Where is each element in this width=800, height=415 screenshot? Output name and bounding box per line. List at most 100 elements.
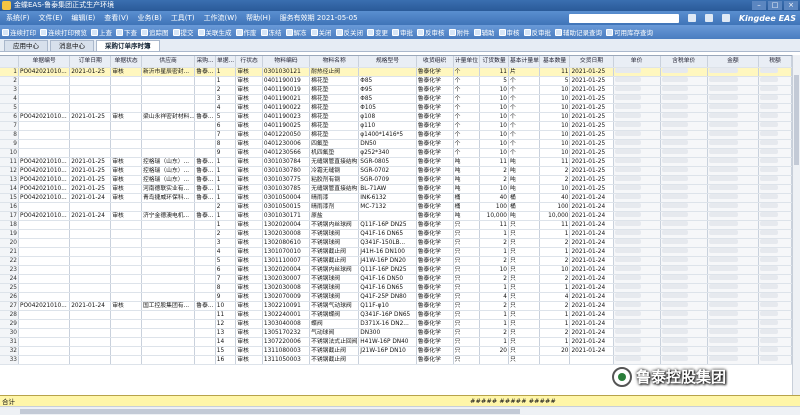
table-row[interactable]: 4 3 审核 0401190021 棉花垫 Φ85 鲁泰化学个 10 个 10 2021-01-25	[0, 94, 792, 104]
column-header-14[interactable]: 基本计量单位	[508, 56, 540, 68]
toolbar-button-6[interactable]: 关联生成	[197, 27, 232, 37]
table-row[interactable]: 28 11 审核 1302240001 不锈钢蝶阀 Q341F-16P DN65 鲁泰化学只…	[0, 310, 792, 320]
table-cell: 个	[453, 94, 481, 104]
tab-2[interactable]: 采购订单序时簿	[96, 40, 160, 51]
menu-item-4[interactable]: 业务(B)	[138, 13, 162, 23]
settings-icon[interactable]	[704, 14, 713, 22]
close-icon[interactable]: ×	[784, 1, 798, 10]
toolbar-button-20[interactable]: 可用库存查询	[606, 27, 653, 37]
toolbar-button-4[interactable]: 追踪图	[141, 27, 169, 37]
table-row[interactable]: 10 9 审核 0401230566 机四氟垫 φ252*340 鲁泰化学个 10 个 10 202…	[0, 148, 792, 158]
column-header-12[interactable]: 计量单位	[453, 56, 481, 68]
table-row[interactable]: 33 16 审核 1311050003 不锈钢截止阀 鲁泰化学只只	[0, 355, 792, 365]
horizontal-scrollbar[interactable]	[0, 406, 800, 415]
table-row[interactable]: 22 5 审核 1301110007 不锈钢截止阀 J41W-16P DN20 鲁泰化学只 2…	[0, 256, 792, 266]
tab-0[interactable]: 应用中心	[4, 40, 48, 51]
toolbar-button-13[interactable]: 审批	[392, 27, 413, 37]
table-row[interactable]: 20 3 审核 1302080610 不锈钢球阀 Q341F-150LB... 鲁泰化学只 2…	[0, 238, 792, 248]
toolbar-button-2[interactable]: 上查	[91, 27, 112, 37]
table-row[interactable]: 21 4 审核 1301070010 不锈钢截止阀 J41H-16 DN100 鲁泰化学只 1…	[0, 247, 792, 257]
vertical-scrollbar[interactable]	[792, 55, 800, 395]
table-row[interactable]: 23 6 审核 1302020004 不锈钢内丝球阀 Q11F-16P DN25 鲁泰化学只…	[0, 265, 792, 275]
table-row[interactable]: 6 PO042021010... 2021-01-25 审核 梁山永祥密封材料... 鲁泰…	[0, 112, 792, 122]
toolbar-button-11[interactable]: 反关闭	[335, 27, 363, 37]
column-header-5[interactable]: 采购...	[194, 56, 216, 68]
column-header-9[interactable]: 物料名称	[309, 56, 360, 68]
maximize-icon[interactable]: □	[768, 1, 782, 10]
column-header-0[interactable]	[0, 56, 19, 68]
home-icon[interactable]	[687, 14, 696, 22]
menu-item-6[interactable]: 工作流(W)	[204, 13, 237, 23]
column-header-1[interactable]: 单据编号	[18, 56, 71, 68]
table-cell: 2	[215, 202, 237, 212]
table-row[interactable]: 30 13 审核 1305170232 气动球阀 DN300 鲁泰化学只 2 只 2 2021-01…	[0, 328, 792, 338]
column-header-8[interactable]: 物料编码	[262, 56, 311, 68]
column-header-6[interactable]: 单据...	[215, 56, 237, 68]
table-row[interactable]: 26 9 审核 1302070009 不锈钢球阀 Q41F-25P DN80 鲁泰化学只 4 只…	[0, 292, 792, 302]
table-row[interactable]: 12 PO042021010... 2021-01-25 审核 控格瑞（山东）... 鲁泰…	[0, 166, 792, 176]
menu-item-2[interactable]: 编辑(E)	[71, 13, 95, 23]
menu-item-0[interactable]: 系统(F)	[6, 13, 30, 23]
help-icon[interactable]	[721, 14, 730, 22]
toolbar-button-18[interactable]: 反审批	[523, 27, 551, 37]
column-header-7[interactable]: 行状态	[235, 56, 263, 68]
column-header-16[interactable]: 交货日期	[569, 56, 614, 68]
table-row[interactable]: 27 PO042021010... 2021-01-24 审核 国工控股集团有... 鲁泰…	[0, 301, 792, 311]
toolbar-button-1[interactable]: 连续打印预览	[40, 27, 87, 37]
menu-item-8[interactable]: 服务有效期 2021-05-05	[280, 13, 358, 23]
table-row[interactable]: 17 PO042021010... 2021-01-24 审核 济宁金德澳电机... 鲁泰…	[0, 211, 792, 221]
tab-1[interactable]: 消息中心	[50, 40, 94, 51]
column-header-15[interactable]: 基本数量	[539, 56, 571, 68]
column-header-11[interactable]: 收货组织	[416, 56, 454, 68]
toolbar-button-10[interactable]: 关闭	[310, 27, 332, 37]
toolbar-button-15[interactable]: 附件	[448, 27, 470, 37]
toolbar-button-16[interactable]: 辅助	[473, 27, 495, 37]
toolbar-button-5[interactable]: 提交	[172, 27, 194, 37]
table-row[interactable]: 2 1 审核 0401190019 棉花垫 Φ85 鲁泰化学个 5 个 5 2021-01-25	[0, 76, 792, 86]
table-row[interactable]: 25 8 审核 1302030008 不锈钢球阀 Q41F-16 DN65 鲁泰化学只 1 只 1…	[0, 283, 792, 293]
column-header-13[interactable]: 订货数量	[479, 56, 509, 68]
table-row[interactable]: 31 14 审核 1307220006 不锈钢法式止回阀 H41W-16P DN40 鲁泰化…	[0, 337, 792, 347]
table-row[interactable]: 32 15 审核 1311080003 不锈钢截止阀 J21W-16P DN10 鲁泰化学只…	[0, 346, 792, 356]
table-row[interactable]: 29 12 审核 1303040008 蝶阀 D371X-16 DN2... 鲁泰化学只 1 只…	[0, 319, 792, 329]
column-header-18[interactable]: 含税单价	[660, 56, 708, 68]
table-row[interactable]: 15 PO042021010... 2021-01-24 审核 青岛捷威环保科... 鲁泰…	[0, 193, 792, 203]
table-row[interactable]: 5 4 审核 0401190022 棉花垫 Φ105 鲁泰化学个 10 个 10 2021-01-2…	[0, 103, 792, 113]
toolbar-button-label: 追踪图	[149, 29, 169, 37]
toolbar-button-14[interactable]: 反审核	[417, 27, 445, 37]
minimize-icon[interactable]: –	[752, 1, 766, 10]
column-header-20[interactable]: 税额	[758, 56, 792, 68]
table-row[interactable]: 19 2 审核 1302030008 不锈钢球阀 Q41F-16 DN65 鲁泰化学只 1 只 1…	[0, 229, 792, 239]
table-row[interactable]: 14 PO042021010... 2021-01-25 审核 河南德联实业有... 鲁泰…	[0, 184, 792, 194]
column-header-17[interactable]: 单价	[613, 56, 661, 68]
toolbar-button-7[interactable]: 作废	[235, 27, 257, 37]
table-row[interactable]: 16 2 审核 0301050015 晴雨漆剂 MC-7132 鲁泰化学桶 100 桶 100 20…	[0, 202, 792, 212]
column-header-19[interactable]: 金额	[707, 56, 760, 68]
table-row[interactable]: 11 PO042021010... 2021-01-25 审核 控格瑞（山东）... 鲁泰…	[0, 157, 792, 167]
column-header-10[interactable]: 规格型号	[358, 56, 417, 68]
toolbar-button-8[interactable]: 冻结	[260, 27, 282, 37]
column-header-4[interactable]: 供应商	[141, 56, 196, 68]
table-row[interactable]: 18 1 审核 1302020004 不锈钢内丝球阀 Q11F-16P DN25 鲁泰化学只…	[0, 220, 792, 230]
toolbar-button-9[interactable]: 解冻	[285, 27, 307, 37]
toolbar-button-17[interactable]: 审核	[498, 27, 520, 37]
table-cell: 鲁泰...	[194, 301, 216, 311]
column-header-2[interactable]: 订单日期	[69, 56, 112, 68]
table-row[interactable]: 9 8 审核 0401230006 四氟垫 DN50 鲁泰化学个 10 个 10 2021-01-2…	[0, 139, 792, 149]
toolbar-button-3[interactable]: 下查	[116, 27, 137, 37]
menu-item-1[interactable]: 文件(E)	[39, 13, 63, 23]
table-row[interactable]: 3 2 审核 0401190019 棉花垫 Φ95 鲁泰化学个 10 个 10 2021-01-25	[0, 85, 792, 95]
table-row[interactable]: 7 6 审核 0401190025 棉花垫 φ110 鲁泰化学个 10 个 10 2021-01-2…	[0, 121, 792, 131]
table-row[interactable]: 13 PO042021010... 2021-01-25 审核 控格瑞（山东）... 鲁泰…	[0, 175, 792, 185]
toolbar-button-12[interactable]: 变更	[367, 27, 388, 37]
column-header-3[interactable]: 单据状态	[110, 56, 142, 68]
table-row[interactable]: 1 PO042021010... 2021-01-25 审核 新沂市星辰密封... 鲁泰.…	[0, 67, 792, 77]
toolbar-button-19[interactable]: 辅助记录查询	[555, 27, 602, 37]
toolbar-button-0[interactable]: 连续打印	[2, 27, 36, 37]
menu-item-3[interactable]: 查看(V)	[104, 13, 128, 23]
search-input[interactable]	[568, 13, 679, 23]
menu-item-7[interactable]: 帮助(H)	[246, 13, 271, 23]
table-row[interactable]: 8 7 审核 0401220050 棉花垫 φ1400*1416*5 鲁泰化学个 10 个 10 2…	[0, 130, 792, 140]
table-row[interactable]: 24 7 审核 1302030007 不锈钢球阀 Q41F-16 DN50 鲁泰化学只 2 只 2…	[0, 274, 792, 284]
menu-item-5[interactable]: 工具(T)	[171, 13, 195, 23]
